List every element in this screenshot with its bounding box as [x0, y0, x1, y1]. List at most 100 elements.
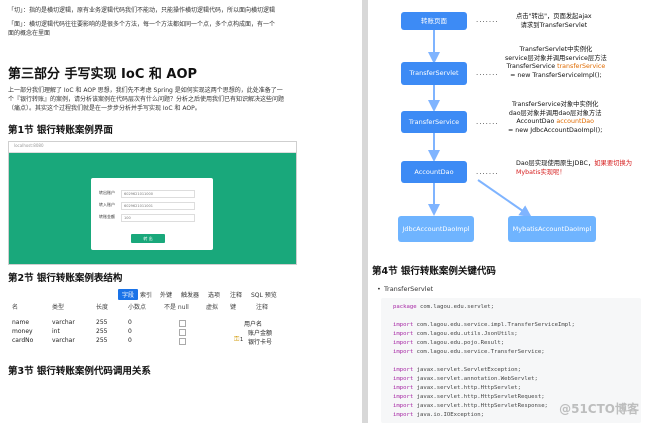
table-row-name: name [12, 319, 30, 326]
code-text: javax.servlet.ServletException; [413, 367, 521, 373]
annotation-line: = new TransferServiceImpl(); [510, 71, 602, 79]
code-line: import com.lagou.edu.service.impl.Transf… [393, 322, 575, 328]
not-null-checkbox[interactable] [179, 329, 186, 336]
annotation-line: 请求到TransferServlet [520, 21, 588, 29]
code-line: import javax.servlet.annotation.WebServl… [393, 376, 538, 382]
connector-dots: ....... [476, 168, 499, 176]
code-keyword: import [393, 367, 414, 373]
col-header-decimals: 小数点 [128, 304, 147, 311]
col-header-not-null: 不是 null [164, 304, 189, 311]
form-row-amount: 转账金额 100 [99, 214, 209, 222]
form-input: 100 [121, 214, 195, 222]
right-page: 转账页面 TransferServlet TransferService Acc… [368, 0, 647, 423]
arrow-dao-to-mybatis [477, 179, 532, 218]
code-keyword: import [393, 385, 414, 391]
code-text: com.lagou.edu.service.TransferService; [413, 349, 545, 355]
annotation-service: TransferService对象中实例化 dao层对象并调用dao层对象方法 … [508, 101, 602, 135]
not-null-checkbox[interactable] [179, 338, 186, 345]
table-row-comment: 账户金额 [248, 330, 273, 337]
code-text: javax.servlet.http.HttpServletResponse; [413, 403, 548, 409]
left-page: 「切」：指的是横切逻辑，原有业务逻辑代码我们不能动，只能操作横切逻辑代码，所以面… [0, 0, 362, 423]
form-label: 转账金额 [99, 214, 115, 219]
part3-body-2: 个『银行转账』的案例，请分析该案例在代码层次有什么问题？分析之后使用我们已有知识… [8, 96, 285, 103]
part3-title: 第三部分 手写实现 IoC 和 AOP [8, 67, 198, 82]
tab-sql-preview[interactable]: SQL 预览 [251, 290, 277, 299]
code-line: import javax.servlet.ServletException; [393, 367, 521, 373]
table-row-comment: 用户名 [244, 321, 263, 328]
col-header-type: 类型 [52, 304, 65, 311]
code-keyword: import [393, 331, 414, 337]
code-text: javax.servlet.annotation.WebServlet; [413, 376, 538, 382]
browser-tab-title: localhost:8080 [14, 143, 44, 148]
annotation-line: TransferService transferService [505, 63, 607, 72]
table-row-length: 255 [96, 328, 108, 335]
node-mybatis-dao-impl: MybatisAccountDaoImpl [508, 216, 596, 242]
transfer-form-card: 转出账户 6029621011000 转入账户 6029621011001 转账… [91, 178, 213, 250]
annotation-servlet: TransferServlet中实例化 service层对象并调用service… [505, 46, 607, 80]
call-relation-diagram: 转账页面 TransferServlet TransferService Acc… [368, 0, 647, 258]
code-keyword: import [393, 403, 414, 409]
tab-indexes[interactable]: 索引 [140, 290, 152, 299]
annotation-line: TransferService对象中实例化 [512, 101, 599, 108]
annotation-dao: Dao层实现使用原生JDBC，如果要切换为 Mybatis实现呢！ [516, 160, 632, 177]
code-keyword: import [393, 322, 414, 328]
form-row-to: 转入账户 6029621011001 [99, 202, 209, 210]
annotation-line: 点击"转出"，页面发起ajax [516, 13, 592, 20]
table-row-decimals: 0 [128, 328, 132, 335]
annotation-ajax: 点击"转出"，页面发起ajax 请求到TransferServlet [516, 13, 592, 30]
table-row-type: varchar [52, 319, 75, 326]
annotation-var: transferService [557, 63, 606, 70]
table-row-name: money [12, 328, 33, 335]
section2-title: 第2节 银行转账案例表结构 [8, 273, 123, 284]
node-transfer-service: TransferService [401, 111, 467, 133]
table-row-key: 1 [240, 337, 244, 343]
intro-line-1: 「切」：指的是横切逻辑，原有业务逻辑代码我们不能动，只能操作横切逻辑代码，所以面… [8, 7, 276, 14]
col-header-name: 名 [12, 304, 19, 311]
tab-foreign-keys[interactable]: 外键 [160, 290, 172, 299]
document-spread: 「切」：指的是横切逻辑，原有业务逻辑代码我们不能动，只能操作横切逻辑代码，所以面… [0, 0, 647, 423]
code-keyword: import [393, 394, 414, 400]
table-row-decimals: 0 [128, 337, 132, 344]
code-line: package com.lagou.edu.servlet; [393, 304, 494, 310]
code-text: com.lagou.edu.service.impl.TransferServi… [413, 322, 575, 328]
not-null-checkbox[interactable] [179, 320, 186, 327]
section4-title: 第4节 银行转账案例关键代码 [372, 266, 496, 277]
code-line: import java.io.IOException; [393, 412, 484, 418]
primary-key-icon: ⚿ [234, 335, 240, 343]
table-row-decimals: 0 [128, 319, 132, 326]
tab-comments[interactable]: 注释 [230, 290, 242, 299]
code-keyword: import [393, 376, 414, 382]
code-text: java.io.IOException; [413, 412, 484, 418]
tab-fields[interactable]: 字段 [118, 289, 139, 300]
annotation-type: TransferService [506, 63, 558, 70]
form-input: 6029621011001 [121, 202, 195, 210]
tab-triggers[interactable]: 触发器 [181, 290, 199, 299]
form-input: 6029621011000 [121, 190, 195, 198]
tab-options[interactable]: 选项 [208, 290, 220, 299]
part3-body-3: （痛点）。其实这个过程我们就是在一步步分析并手写实现 IoC 和 AOP。 [8, 105, 201, 112]
table-row-type: varchar [52, 337, 75, 344]
code-text: com.lagou.edu.pojo.Result; [413, 340, 505, 346]
col-header-key: 键 [230, 304, 237, 311]
connector-dots: ....... [476, 69, 499, 77]
table-row-length: 255 [96, 337, 108, 344]
section1-title: 第1节 银行转账案例界面 [8, 125, 113, 136]
bullet-transfer-servlet: TransferServlet [377, 285, 433, 293]
code-line: import javax.servlet.http.HttpServlet; [393, 385, 521, 391]
code-keyword: import [393, 340, 414, 346]
table-row-name: cardNo [12, 337, 34, 344]
col-header-length: 长度 [96, 304, 109, 311]
annotation-text: Dao层实现使用原生JDBC， [516, 160, 595, 167]
code-line: import javax.servlet.http.HttpServletRes… [393, 403, 548, 409]
form-label: 转出账户 [99, 190, 115, 195]
node-account-dao: AccountDao [401, 161, 467, 183]
code-keyword: import [393, 412, 414, 418]
code-line: import com.lagou.edu.utils.JsonUtils; [393, 331, 518, 337]
connector-dots: ....... [476, 16, 499, 24]
annotation-line: dao层对象并调用dao层对象方法 [508, 109, 602, 117]
annotation-var: accountDao [556, 118, 595, 125]
node-transfer-servlet: TransferServlet [401, 62, 467, 85]
annotation-highlight: 如果要切换为 [594, 160, 633, 167]
intro-line-2: 「面」：横切逻辑代码往往要影响的是很多个方法，每一个方法都如同一个点，多个点构成… [8, 21, 276, 28]
code-line: import com.lagou.edu.pojo.Result; [393, 340, 504, 346]
